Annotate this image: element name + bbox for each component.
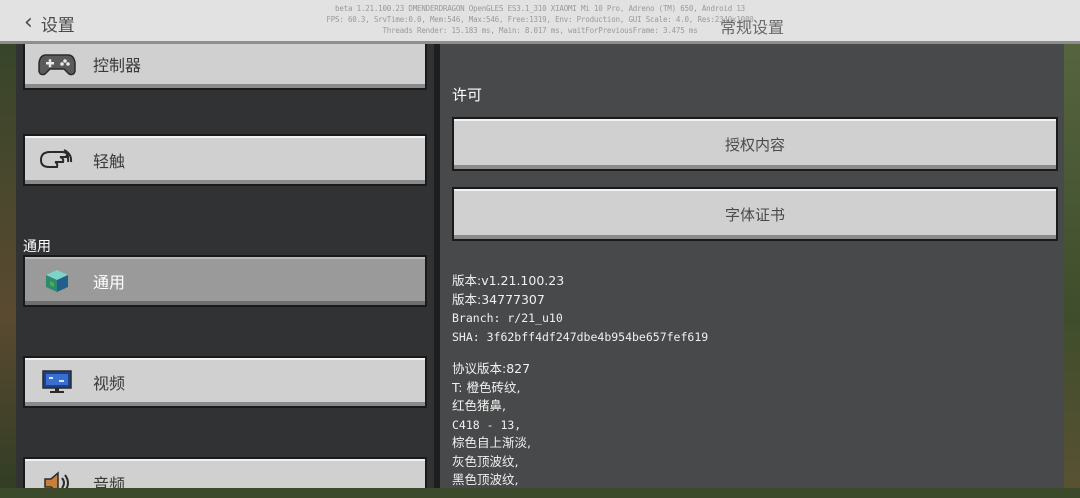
header-bar: ‹ 设置 beta 1.21.100.23 DMENDERDRAGON Open…	[0, 0, 1080, 44]
protocol-info: 协议版本:827 T: 橙色砖纹, 红色猪鼻, C418 - 13, 棕色自上渐…	[452, 360, 1052, 488]
sidebar-item-audio[interactable]: 音频	[23, 457, 427, 488]
debug-line: FPS: 60.3, SrvTime:0.0, Mem:546, Max:546…	[326, 15, 754, 24]
protocol-line: 协议版本:827	[452, 361, 531, 376]
debug-overlay: beta 1.21.100.23 DMENDERDRAGON OpenGLES …	[300, 3, 780, 36]
build-line: 版本:34777307	[452, 291, 545, 307]
world-background-left	[0, 40, 16, 498]
speaker-icon	[37, 467, 77, 488]
world-background-bottom	[0, 488, 1080, 498]
sidebar-item-touch[interactable]: 轻触	[23, 134, 427, 186]
monitor-icon	[37, 366, 77, 398]
back-button[interactable]: ‹ 设置	[24, 10, 75, 36]
section-heading-license: 许可	[452, 86, 483, 104]
section-label-general: 通用	[23, 239, 51, 255]
credit-line: 黑色顶波纹,	[452, 472, 519, 487]
branch-line: Branch: r/21_u10	[452, 311, 563, 325]
sidebar-item-label: 轻触	[93, 152, 126, 171]
font-license-button[interactable]: 字体证书	[452, 187, 1058, 241]
sidebar-item-video[interactable]: 视频	[23, 356, 427, 408]
page-title: 常规设置	[720, 18, 785, 37]
sidebar-item-label: 控制器	[93, 56, 142, 75]
credit-line: T: 橙色砖纹,	[452, 379, 521, 395]
back-label: 设置	[40, 15, 75, 36]
credit-line: 红色猪鼻,	[452, 398, 506, 413]
debug-line: Threads Render: 15.183 ms, Main: 8.017 m…	[382, 26, 698, 35]
credit-line: 棕色自上渐淡,	[452, 435, 531, 450]
gamepad-icon	[37, 48, 77, 80]
licensed-content-button[interactable]: 授权内容	[452, 117, 1058, 171]
sidebar-item-controller[interactable]: 控制器	[23, 44, 427, 90]
sha-line: SHA: 3f62bff4df247dbe4b954be657fef619	[452, 329, 709, 344]
debug-line: beta 1.21.100.23 DMENDERDRAGON OpenGLES …	[335, 4, 745, 13]
version-line: 版本:v1.21.100.23	[452, 273, 565, 288]
sidebar-item-general[interactable]: 通用	[23, 255, 427, 307]
credit-line: 灰色顶波纹,	[452, 453, 519, 469]
settings-sidebar[interactable]: 控制器 轻触 通用 通用 视频 音频	[16, 44, 434, 488]
touch-hand-icon	[37, 144, 77, 176]
sidebar-item-label: 视频	[93, 374, 126, 393]
chevron-left-icon: ‹	[24, 10, 33, 35]
world-background-right	[1064, 40, 1080, 498]
credit-line: C418 - 13,	[452, 417, 522, 432]
version-info: 版本:v1.21.100.23 版本:34777307 Branch: r/21…	[452, 272, 1052, 346]
settings-content[interactable]: 许可 授权内容 字体证书 版本:v1.21.100.23 版本:34777307…	[440, 44, 1064, 488]
sidebar-item-label: 通用	[93, 273, 126, 292]
sidebar-item-label: 音频	[93, 475, 126, 488]
cube-icon	[37, 265, 77, 297]
